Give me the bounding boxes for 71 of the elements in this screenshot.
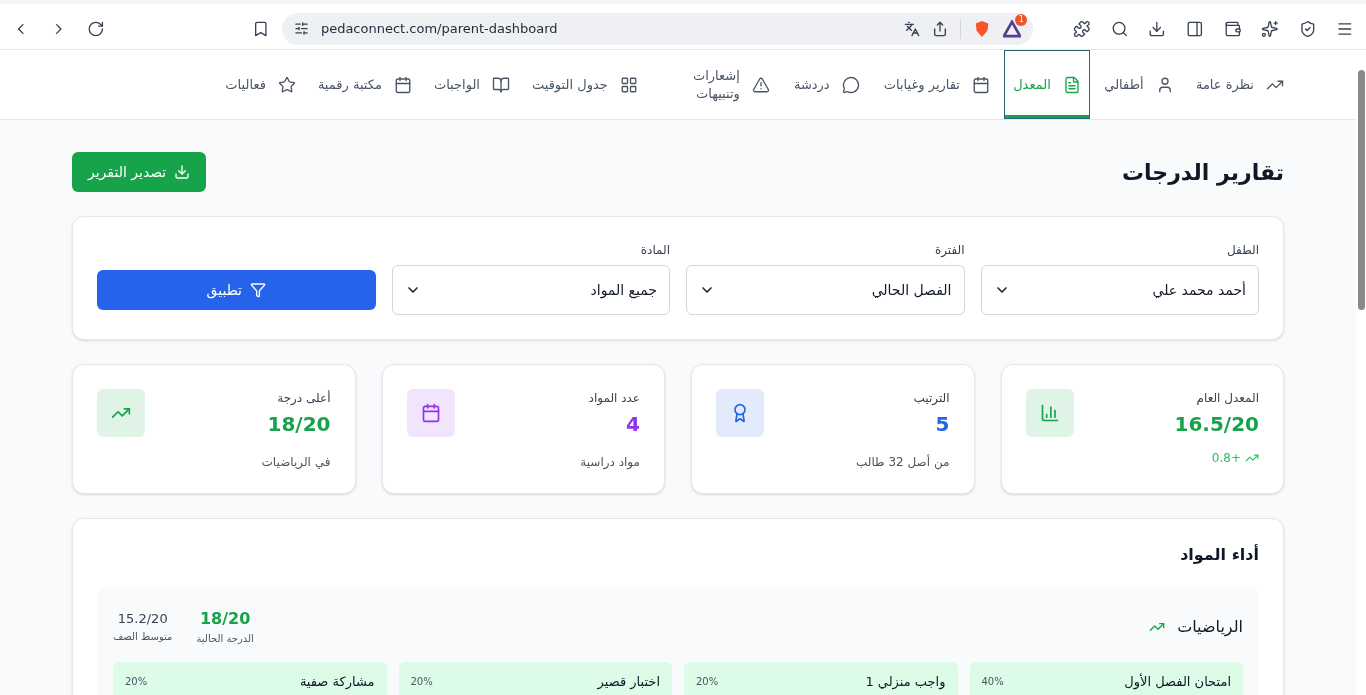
calendar-icon	[971, 75, 990, 94]
nav-tab[interactable]: إشعارات وتنبيهات	[651, 50, 778, 119]
stat-caption: مواد دراسية	[580, 454, 640, 471]
stat-caption: من أصل 32 طالب	[855, 453, 950, 471]
site-settings-icon[interactable]	[293, 21, 309, 36]
assessment-weight: 20%	[696, 675, 719, 689]
current-grade: 18/20	[199, 608, 251, 630]
filter-label: الطفل	[1226, 242, 1259, 259]
select-field[interactable]: جميع المواد	[391, 265, 670, 315]
wallet-icon[interactable]	[1223, 19, 1242, 38]
calendar-icon	[393, 75, 412, 94]
stat-value: 5	[935, 411, 950, 438]
class-average: 15.2/20	[117, 610, 168, 629]
assessment-weight: 20%	[410, 675, 433, 689]
share-icon[interactable]	[932, 20, 949, 37]
calendar-icon	[420, 403, 441, 423]
nav-tab[interactable]: دردشة	[783, 50, 870, 119]
assessment-name: مشاركة صفية	[299, 673, 375, 692]
stat-caption: في الرياضيات	[261, 454, 331, 471]
assessment-name: امتحان الفصل الأول	[1124, 672, 1231, 692]
current-grade-label: الدرجة الحالية	[196, 632, 254, 646]
select-field[interactable]: أحمد محمد علي	[980, 265, 1259, 315]
warning-icon	[751, 75, 770, 94]
notification-badge: 1	[1015, 13, 1028, 26]
download-icon	[174, 164, 191, 180]
sparkle-icon[interactable]	[1261, 19, 1279, 38]
apply-button[interactable]: تطبيق	[97, 270, 376, 310]
translate-icon[interactable]	[904, 20, 921, 37]
page-title: تقارير الدرجات	[1121, 158, 1284, 188]
nav-tab[interactable]: تقارير وغيابات	[875, 50, 998, 119]
sidebar-icon[interactable]	[1186, 19, 1204, 38]
filter-label: الفترة	[933, 242, 965, 259]
stat-label: أعلى درجة	[277, 389, 331, 407]
select-field[interactable]: الفصل الحالي	[686, 265, 965, 315]
scrollbar[interactable]	[1356, 50, 1366, 695]
search-icon[interactable]	[1110, 19, 1129, 38]
address-bar[interactable]: pedaconnect.com/parent-dashboard 1	[281, 12, 1034, 45]
book-icon	[491, 75, 510, 94]
nav-tab[interactable]: الواجبات	[425, 50, 518, 119]
stat-value: 4	[626, 411, 640, 438]
chat-bubble-icon	[841, 75, 860, 94]
assessment-name: واجب منزلي 1	[865, 673, 946, 692]
download-icon[interactable]	[1148, 19, 1166, 38]
stat-label: الترتيب	[913, 390, 950, 407]
assessment-name: اختبار قصير	[597, 673, 660, 692]
assessment-weight: 40%	[981, 675, 1004, 689]
filter-icon	[250, 282, 266, 298]
star-icon	[277, 75, 296, 94]
stat-value: 16.5/20	[1174, 411, 1259, 438]
stat-value: 18/20	[267, 411, 331, 438]
nav-tab[interactable]: جدول التوقيت	[523, 50, 646, 119]
nav-tab[interactable]: أطفالي	[1095, 50, 1182, 119]
filter-label: المادة	[639, 242, 670, 259]
nav-tab[interactable]: فعاليات	[217, 50, 304, 119]
trend-value: +0.8	[1211, 450, 1241, 467]
bar-chart-icon	[1039, 403, 1060, 423]
puzzle-icon[interactable]	[1073, 19, 1091, 38]
section-title: أداء المواد	[1179, 543, 1259, 566]
stat-label: المعدل العام	[1196, 390, 1259, 407]
shield-icon[interactable]	[1298, 19, 1317, 38]
assessment-weight: 20%	[125, 675, 148, 689]
bookmark-icon[interactable]	[252, 19, 270, 38]
nav-tab[interactable]: نظرة عامة	[1187, 50, 1292, 119]
reload-icon[interactable]	[87, 19, 105, 38]
document-icon	[1062, 75, 1081, 94]
grid-icon	[619, 75, 638, 94]
stat-label: عدد المواد	[588, 390, 640, 407]
nav-tab[interactable]: مكتبة رقمية	[309, 50, 420, 119]
url-text: pedaconnect.com/parent-dashboard	[320, 19, 559, 38]
class-average-label: متوسط الصف	[113, 629, 173, 644]
subject-name: الرياضيات	[1177, 615, 1243, 639]
